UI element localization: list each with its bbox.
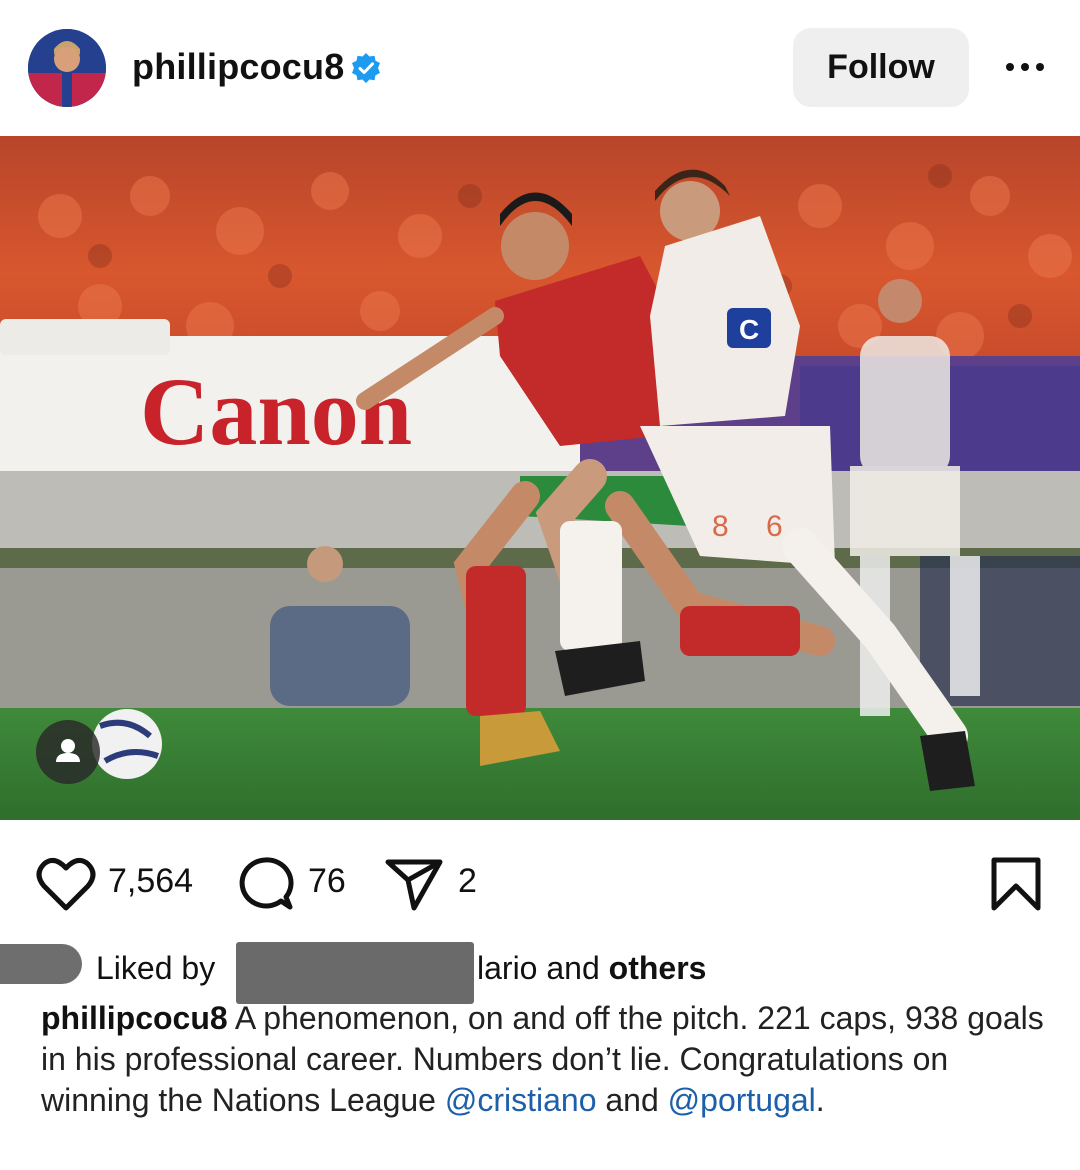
caption-username[interactable]: phillipcocu8 xyxy=(41,1000,228,1036)
liked-by-prefix: Liked by xyxy=(96,950,216,986)
liked-by-row: Liked by lario and others xyxy=(0,942,1080,1004)
post-username[interactable]: phillipcocu8 xyxy=(132,46,344,88)
shirt-number-6: 6 xyxy=(766,510,783,543)
liked-by-suffix-text: lario and xyxy=(477,950,600,986)
likes-count[interactable]: 7,564 xyxy=(108,862,193,901)
post-actions: 7,564 76 2 xyxy=(0,850,1080,920)
redacted-username xyxy=(236,942,474,1004)
post-header: phillipcocu8 Follow xyxy=(0,0,1080,136)
comment-icon[interactable] xyxy=(236,855,294,913)
liked-by-others[interactable]: others xyxy=(609,950,707,986)
share-icon[interactable] xyxy=(384,858,444,912)
heart-icon[interactable] xyxy=(36,856,96,912)
shares-count[interactable]: 2 xyxy=(458,862,477,901)
shirt-number-8: 8 xyxy=(712,510,729,543)
captain-band-text: C xyxy=(739,314,759,345)
mention-portugal[interactable]: @portugal xyxy=(668,1082,816,1118)
caption-text-2: and xyxy=(596,1082,668,1118)
liked-by-suffix[interactable]: lario and others xyxy=(477,950,706,987)
caption-text-3: . xyxy=(815,1082,825,1118)
bookmark-icon[interactable] xyxy=(990,856,1042,912)
verified-badge-icon xyxy=(352,53,380,83)
person-tag-icon[interactable] xyxy=(36,720,100,784)
mention-cristiano[interactable]: @cristiano xyxy=(445,1082,597,1118)
banner-canon-text: Canon xyxy=(140,358,412,465)
follow-button[interactable]: Follow xyxy=(793,28,969,107)
more-options-icon[interactable] xyxy=(1000,50,1050,84)
liker-avatar[interactable] xyxy=(0,944,82,984)
profile-avatar[interactable] xyxy=(28,29,106,107)
post-photo[interactable]: Canon C 8 6 xyxy=(0,136,1080,820)
comments-count[interactable]: 76 xyxy=(308,862,346,901)
post-caption: phillipcocu8 A phenomenon, on and off th… xyxy=(41,998,1061,1121)
